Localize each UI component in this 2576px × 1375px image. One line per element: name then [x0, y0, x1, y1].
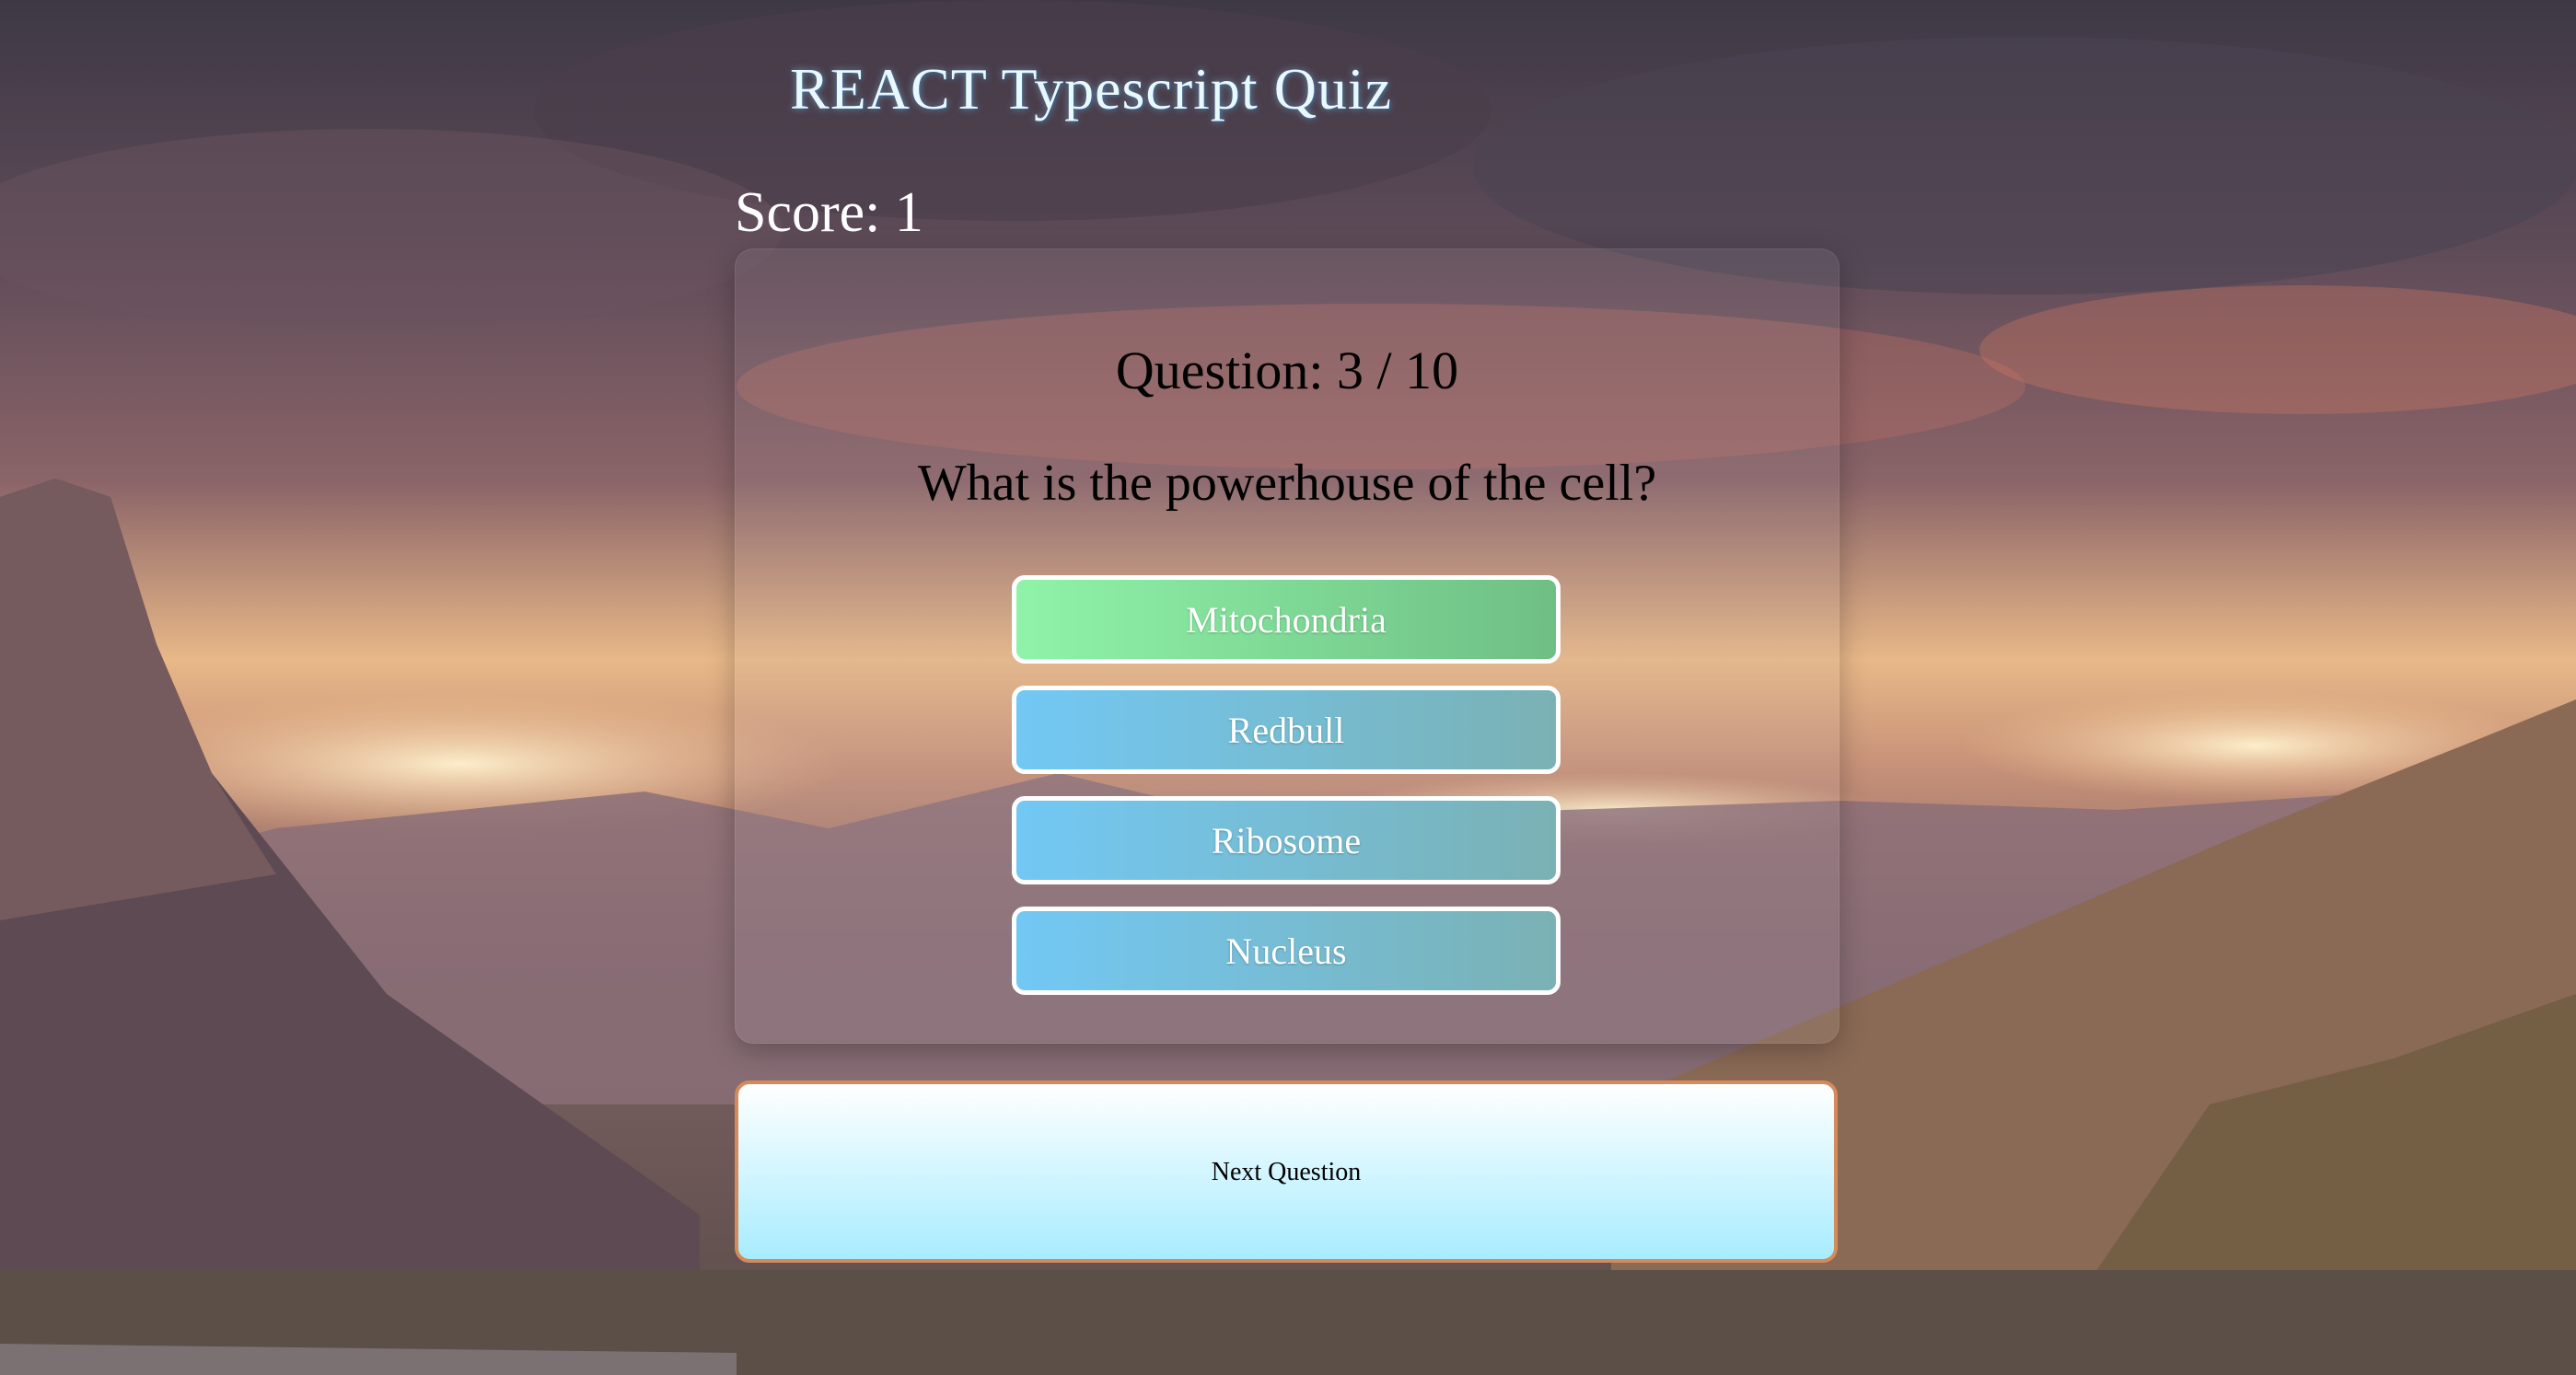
quiz-app: REACT Typescript Quiz Score: 1 Question:…: [0, 0, 2576, 1375]
answer-button-ribosome[interactable]: Ribosome: [1012, 796, 1561, 884]
answer-button-nucleus[interactable]: Nucleus: [1012, 907, 1561, 995]
question-card: Question: 3 / 10 What is the powerhouse …: [735, 248, 1839, 1044]
app-title: REACT Typescript Quiz: [790, 56, 1393, 121]
answer-button-mitochondria[interactable]: Mitochondria: [1012, 575, 1561, 664]
answer-button-redbull[interactable]: Redbull: [1012, 686, 1561, 774]
score-display: Score: 1: [735, 181, 923, 244]
question-number: Question: 3 / 10: [1115, 341, 1459, 400]
next-question-button[interactable]: Next Question: [735, 1080, 1838, 1263]
question-text: What is the powerhouse of the cell?: [917, 455, 1657, 512]
